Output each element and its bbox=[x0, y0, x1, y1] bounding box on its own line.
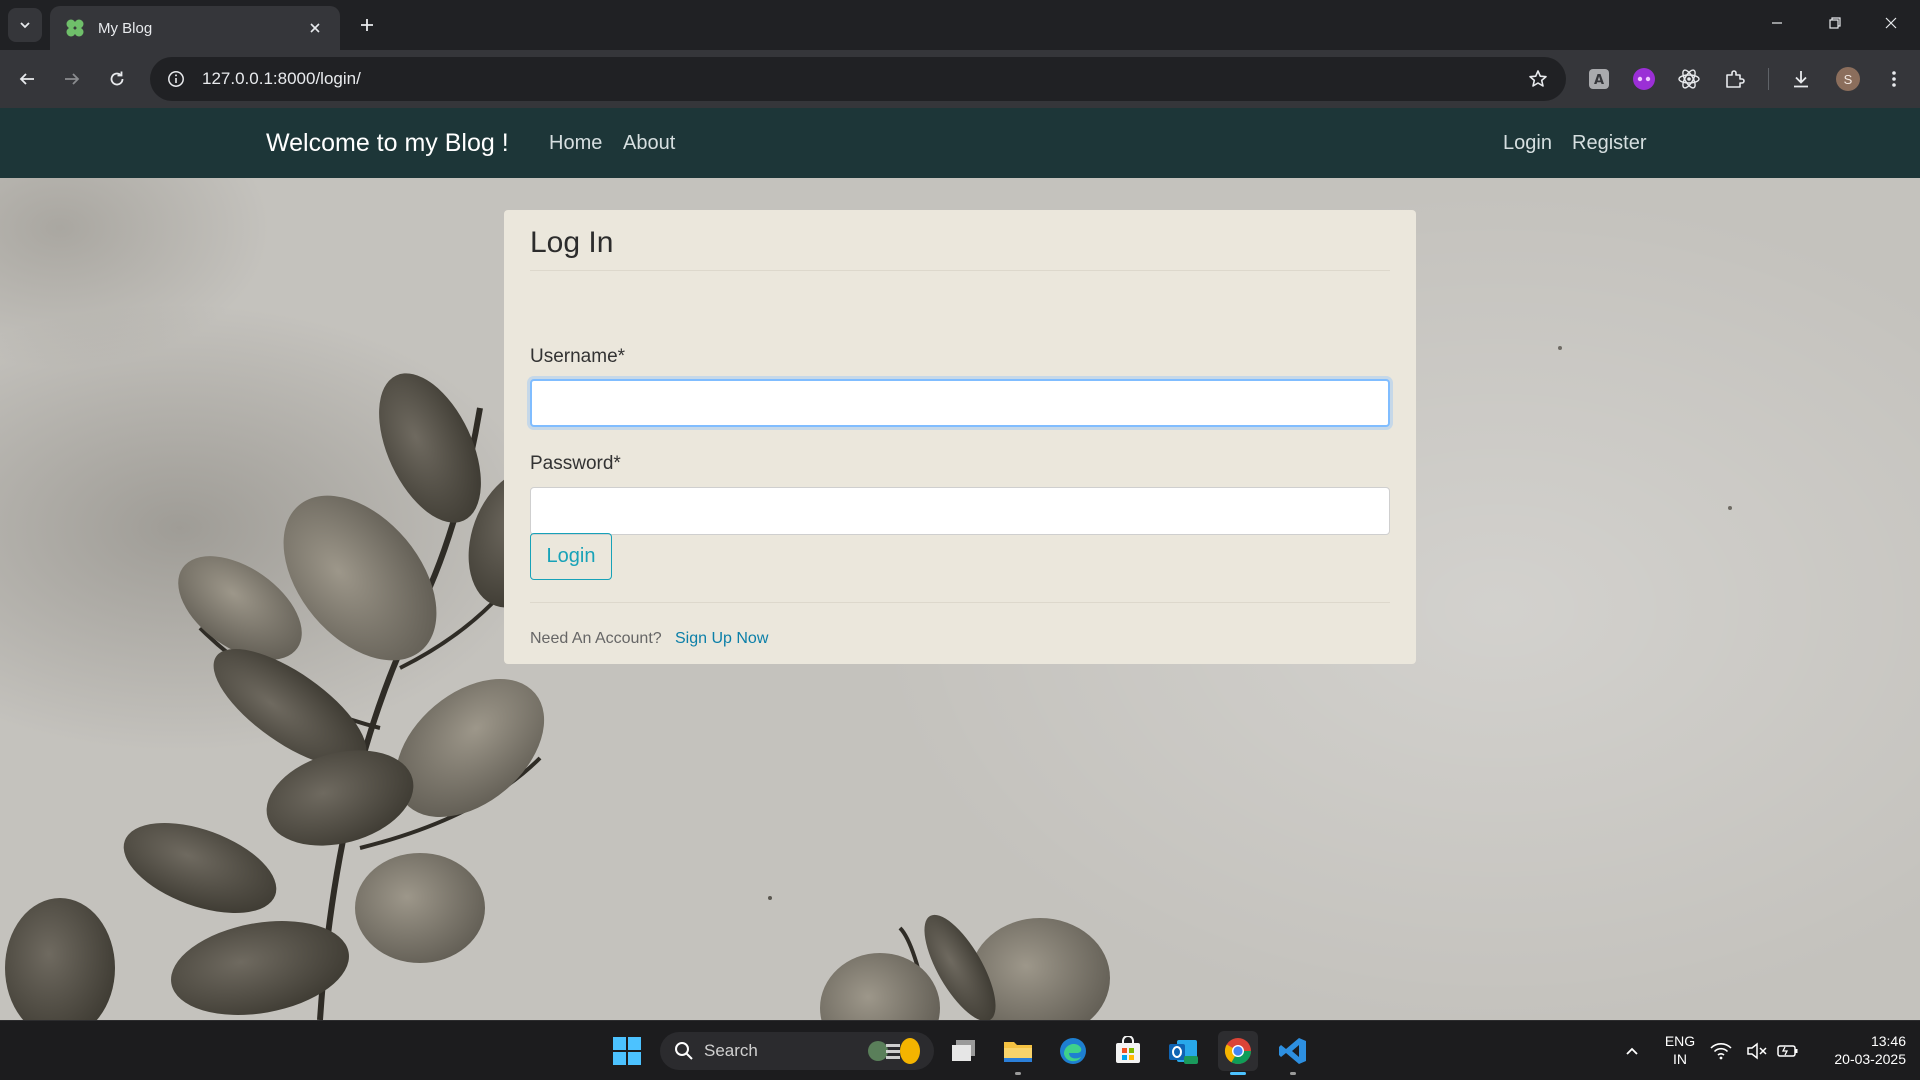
restore-icon bbox=[1829, 17, 1841, 29]
store-icon[interactable] bbox=[1108, 1031, 1148, 1071]
language-indicator[interactable]: ENG IN bbox=[1656, 1032, 1704, 1068]
restore-button[interactable] bbox=[1806, 0, 1864, 46]
wifi-icon[interactable] bbox=[1706, 1031, 1736, 1071]
chrome-icon[interactable] bbox=[1218, 1031, 1258, 1075]
tab-search-button[interactable] bbox=[8, 8, 42, 42]
search-label: Search bbox=[704, 1041, 758, 1060]
taskbar-search[interactable]: Search bbox=[660, 1032, 934, 1070]
language-region: IN bbox=[1673, 1051, 1687, 1067]
star-icon[interactable] bbox=[1516, 57, 1560, 101]
volume-muted-icon[interactable] bbox=[1742, 1031, 1772, 1071]
url-text[interactable]: 127.0.0.1:8000/login/ bbox=[202, 69, 1516, 89]
battery-icon[interactable] bbox=[1773, 1031, 1803, 1071]
close-icon bbox=[310, 23, 320, 33]
username-input[interactable] bbox=[530, 379, 1390, 427]
footer-divider bbox=[530, 602, 1390, 603]
site-navbar: Welcome to my Blog ! Home About Login Re… bbox=[0, 108, 1920, 178]
close-icon bbox=[1885, 17, 1897, 29]
language-code: ENG bbox=[1664, 1033, 1696, 1049]
tab-title: My Blog bbox=[98, 19, 153, 37]
chevron-down-icon bbox=[20, 22, 30, 29]
reload-button[interactable] bbox=[98, 60, 136, 98]
browser-toolbar: 127.0.0.1:8000/login/ A S bbox=[0, 50, 1920, 108]
clover-icon bbox=[66, 19, 84, 37]
download-icon[interactable] bbox=[1786, 64, 1816, 94]
new-tab-button[interactable] bbox=[352, 10, 382, 40]
title-divider bbox=[530, 270, 1390, 271]
back-button[interactable] bbox=[8, 60, 46, 98]
vscode-icon[interactable] bbox=[1273, 1031, 1313, 1075]
windows-taskbar: Search ENG IN 13:46 20-03-2025 bbox=[0, 1020, 1920, 1080]
login-button[interactable]: Login bbox=[530, 533, 612, 580]
puzzle-icon[interactable] bbox=[1720, 64, 1750, 94]
search-icon bbox=[675, 1042, 693, 1060]
tab-close-button[interactable] bbox=[304, 17, 326, 39]
file-explorer-icon[interactable] bbox=[998, 1031, 1038, 1075]
password-input[interactable] bbox=[530, 487, 1390, 535]
web-page: Welcome to my Blog ! Home About Login Re… bbox=[0, 108, 1920, 1020]
browser-tab-active[interactable]: My Blog bbox=[50, 6, 340, 50]
profile-avatar[interactable]: S bbox=[1833, 64, 1863, 94]
active-indicator bbox=[1230, 1072, 1246, 1075]
plus-icon bbox=[361, 19, 373, 31]
minimize-icon bbox=[1772, 22, 1782, 24]
info-icon[interactable] bbox=[154, 57, 198, 101]
windows-start-icon[interactable] bbox=[607, 1031, 647, 1071]
toolbar-separator bbox=[1768, 68, 1769, 90]
minimize-button[interactable] bbox=[1748, 0, 1806, 46]
running-indicator bbox=[1290, 1072, 1296, 1075]
nav-link-register[interactable]: Register bbox=[1572, 132, 1646, 155]
arrow-left-icon bbox=[19, 73, 34, 85]
running-indicator bbox=[1015, 1072, 1021, 1075]
site-brand[interactable]: Welcome to my Blog ! bbox=[266, 129, 509, 158]
login-card: Log In Username* Password* Login Need An… bbox=[504, 210, 1416, 664]
outlook-icon[interactable] bbox=[1163, 1031, 1203, 1071]
nav-link-home[interactable]: Home bbox=[549, 132, 602, 155]
username-label: Username* bbox=[530, 346, 626, 367]
reload-icon bbox=[110, 71, 124, 86]
address-bar[interactable]: 127.0.0.1:8000/login/ bbox=[150, 57, 1566, 101]
kebab-menu-icon[interactable] bbox=[1879, 64, 1909, 94]
browser-tabstrip: My Blog bbox=[0, 0, 1920, 50]
arrow-right-icon bbox=[65, 73, 80, 85]
forward-button[interactable] bbox=[53, 60, 91, 98]
clock[interactable]: 13:46 20-03-2025 bbox=[1810, 1032, 1906, 1068]
react-devtools-icon[interactable] bbox=[1674, 64, 1704, 94]
extension-a-icon[interactable]: A bbox=[1584, 64, 1614, 94]
password-label: Password* bbox=[530, 453, 621, 474]
widgets-icon bbox=[868, 1038, 920, 1064]
nav-link-login[interactable]: Login bbox=[1503, 132, 1552, 155]
sign-up-link[interactable]: Sign Up Now bbox=[675, 630, 768, 648]
extension-purple-icon[interactable] bbox=[1629, 64, 1659, 94]
profile-initial: S bbox=[1843, 71, 1853, 87]
clock-date: 20-03-2025 bbox=[1834, 1051, 1906, 1067]
nav-link-about[interactable]: About bbox=[623, 132, 675, 155]
edge-icon[interactable] bbox=[1053, 1031, 1093, 1071]
clock-time: 13:46 bbox=[1870, 1033, 1906, 1049]
need-account-text: Need An Account? bbox=[530, 630, 662, 647]
chevron-up-icon[interactable] bbox=[1612, 1031, 1652, 1071]
task-view-icon[interactable] bbox=[944, 1031, 984, 1071]
close-window-button[interactable] bbox=[1862, 0, 1920, 46]
svg-text:A: A bbox=[1594, 73, 1604, 88]
login-title: Log In bbox=[530, 226, 614, 259]
